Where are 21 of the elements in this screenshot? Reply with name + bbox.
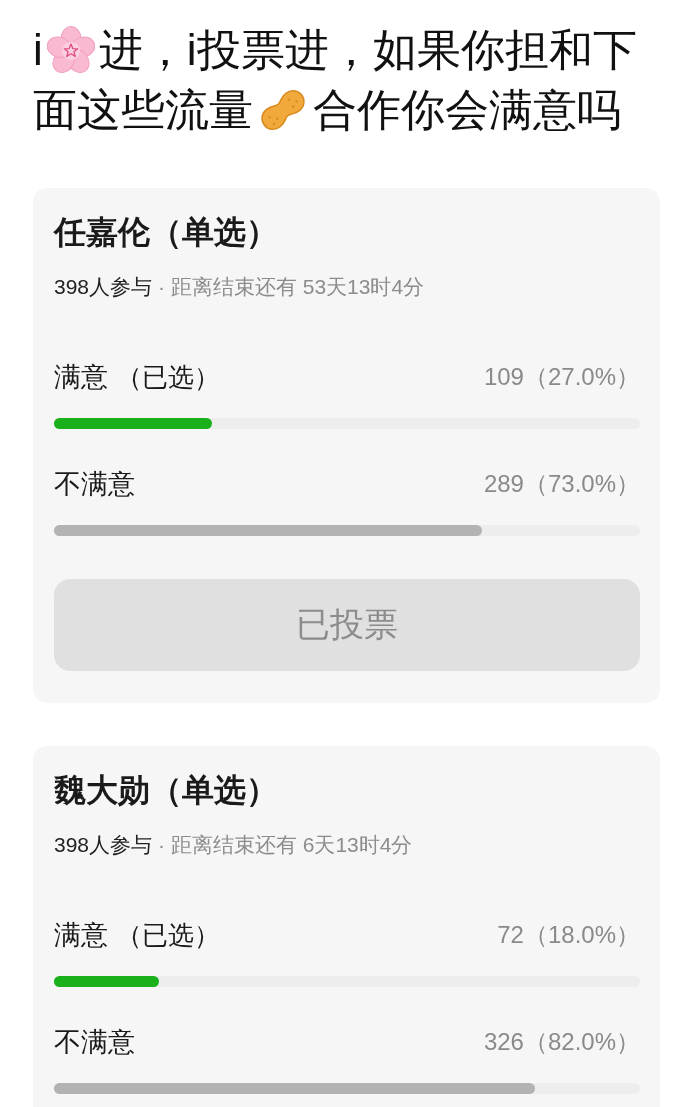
option-label: 满意 [54, 919, 108, 952]
poll-title: 任嘉伦（单选） [54, 213, 278, 252]
option-label: 不满意 [54, 468, 135, 501]
participant-count: 398人参与 [54, 832, 153, 858]
post-text: 合作你会满意吗 [313, 83, 621, 136]
selected-note: （已选） [116, 918, 220, 952]
option-label: 满意 [54, 361, 108, 394]
vote-count: 326（82.0%） [483, 1027, 640, 1057]
vote-count: 72（18.0%） [497, 920, 640, 950]
vote-count: 289（73.0%） [483, 469, 640, 499]
post-text: 面这些流量 [33, 83, 253, 136]
deadline-text: · 距离结束还有 53天13时4分 [158, 274, 425, 300]
flower-icon [46, 26, 95, 74]
post-text: 进，i投票进，如果你担和下 [98, 23, 637, 76]
selected-note: （已选） [116, 360, 220, 394]
post-text: i [33, 23, 43, 76]
deadline-text: · 距离结束还有 6天13时4分 [158, 832, 413, 858]
vote-count: 109（27.0%） [483, 362, 640, 392]
option-label: 不满意 [54, 1026, 135, 1059]
participant-count: 398人参与 [54, 274, 153, 300]
poll-title: 魏大勋（单选） [54, 771, 278, 810]
